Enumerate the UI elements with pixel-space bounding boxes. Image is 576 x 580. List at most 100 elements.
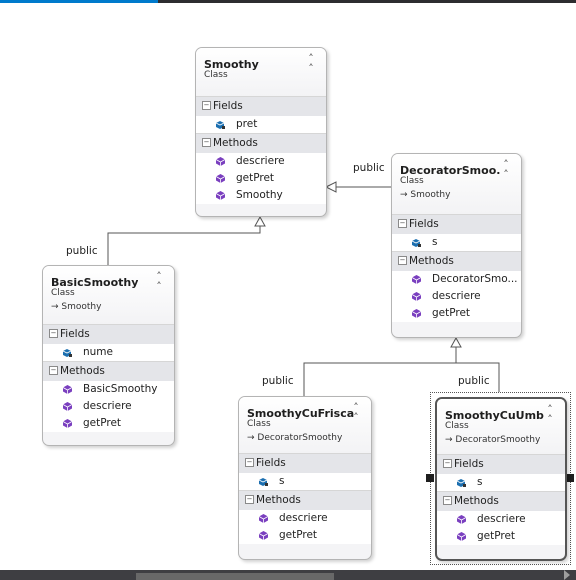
section-label: Methods bbox=[454, 495, 499, 507]
double-chevron-up-icon[interactable]: ˄ ˄ bbox=[305, 53, 317, 74]
class-kind: Class bbox=[51, 288, 75, 298]
class-box-smoothycufrisca[interactable]: SmoothyCuFrisca Class → DecoratorSmoothy… bbox=[238, 396, 372, 560]
fields-section-header[interactable]: − Fields bbox=[43, 324, 174, 344]
fields-section-header[interactable]: − Fields bbox=[437, 454, 565, 474]
arrow-icon: → bbox=[400, 190, 411, 200]
method-row[interactable]: descriere bbox=[239, 510, 371, 527]
fields-section-header[interactable]: − Fields bbox=[196, 96, 326, 116]
section-label: Fields bbox=[60, 328, 90, 340]
arrow-icon: → bbox=[51, 302, 62, 312]
method-name: getPret bbox=[236, 172, 275, 184]
method-icon bbox=[62, 419, 73, 428]
class-box-smoothycuumbrela[interactable]: SmoothyCuUmb... Class → DecoratorSmoothy… bbox=[435, 397, 567, 561]
scroll-right-arrow-icon[interactable] bbox=[564, 570, 570, 580]
method-name: descriere bbox=[83, 400, 132, 412]
base-class-name: DecoratorSmoothy bbox=[257, 433, 343, 443]
field-icon bbox=[258, 478, 268, 486]
method-icon bbox=[215, 174, 226, 183]
field-icon bbox=[411, 239, 421, 247]
class-box-basicsmoothy[interactable]: BasicSmoothy Class → Smoothy ˄ ˄ − Fields… bbox=[42, 265, 175, 446]
methods-section-header[interactable]: − Methods bbox=[437, 491, 565, 511]
double-chevron-up-icon[interactable]: ˄ ˄ bbox=[500, 159, 512, 180]
method-row[interactable]: DecoratorSmo... bbox=[392, 271, 521, 288]
fields-section-header[interactable]: − Fields bbox=[392, 214, 521, 234]
method-row[interactable]: BasicSmoothy bbox=[43, 381, 174, 398]
minus-box-icon[interactable]: − bbox=[443, 496, 452, 505]
minus-box-icon[interactable]: − bbox=[49, 366, 58, 375]
method-row[interactable]: getPret bbox=[43, 415, 174, 432]
minus-box-icon[interactable]: − bbox=[245, 495, 254, 504]
resize-handle-left[interactable] bbox=[426, 474, 434, 482]
double-chevron-up-icon[interactable]: ˄ ˄ bbox=[544, 404, 556, 425]
field-icon bbox=[62, 349, 72, 357]
double-chevron-up-icon[interactable]: ˄ ˄ bbox=[350, 402, 362, 423]
base-class: → Smoothy bbox=[51, 302, 101, 312]
class-kind: Class bbox=[445, 421, 469, 431]
minus-box-icon[interactable]: − bbox=[398, 219, 407, 228]
class-header[interactable]: Smoothy Class ˄ ˄ bbox=[196, 48, 326, 96]
field-row[interactable]: pret bbox=[196, 116, 326, 133]
field-row[interactable]: nume bbox=[43, 344, 174, 361]
base-class-name: Smoothy bbox=[61, 302, 102, 312]
methods-section-header[interactable]: − Methods bbox=[43, 361, 174, 381]
method-row[interactable]: descriere bbox=[43, 398, 174, 415]
method-name: descriere bbox=[432, 290, 481, 302]
class-header[interactable]: SmoothyCuFrisca Class → DecoratorSmoothy… bbox=[239, 397, 371, 453]
methods-section-header[interactable]: − Methods bbox=[392, 251, 521, 271]
field-icon bbox=[456, 479, 466, 487]
fields-section-header[interactable]: − Fields bbox=[239, 453, 371, 473]
method-name: getPret bbox=[279, 529, 318, 541]
minus-box-icon[interactable]: − bbox=[245, 458, 254, 467]
section-label: Methods bbox=[256, 494, 301, 506]
method-row[interactable]: Smoothy bbox=[196, 187, 326, 204]
edge-basic-smoothy bbox=[107, 226, 261, 265]
methods-section-header[interactable]: − Methods bbox=[196, 133, 326, 153]
edge-label-basic: public bbox=[66, 245, 98, 257]
resize-handle-right[interactable] bbox=[566, 474, 574, 482]
minus-box-icon[interactable]: − bbox=[443, 459, 452, 468]
method-name: DecoratorSmo... bbox=[432, 273, 518, 285]
field-row[interactable]: s bbox=[392, 234, 521, 251]
arrowhead-smoothy-bottom bbox=[254, 215, 266, 227]
method-icon bbox=[62, 402, 73, 411]
method-row[interactable]: getPret bbox=[239, 527, 371, 544]
class-box-decoratorsmoothy[interactable]: DecoratorSmoo... Class → Smoothy ˄ ˄ − Fi… bbox=[391, 153, 522, 338]
section-label: Methods bbox=[409, 255, 454, 267]
methods-section-header[interactable]: − Methods bbox=[239, 490, 371, 510]
minus-box-icon[interactable]: − bbox=[202, 101, 211, 110]
class-header[interactable]: SmoothyCuUmb... Class → DecoratorSmoothy… bbox=[437, 399, 565, 454]
method-icon bbox=[215, 157, 226, 166]
field-row[interactable]: s bbox=[437, 474, 565, 491]
section-label: Methods bbox=[60, 365, 105, 377]
minus-box-icon[interactable]: − bbox=[398, 256, 407, 265]
class-header[interactable]: DecoratorSmoo... Class → Smoothy ˄ ˄ bbox=[392, 154, 521, 214]
arrow-icon: → bbox=[247, 433, 258, 443]
method-name: getPret bbox=[432, 307, 471, 319]
method-icon bbox=[258, 514, 269, 523]
method-name: BasicSmoothy bbox=[83, 383, 158, 395]
section-label: Fields bbox=[256, 457, 286, 469]
method-name: descriere bbox=[279, 512, 328, 524]
class-box-smoothy[interactable]: Smoothy Class ˄ ˄ − Fields pret − Methods… bbox=[195, 47, 327, 217]
class-header[interactable]: BasicSmoothy Class → Smoothy ˄ ˄ bbox=[43, 266, 174, 324]
section-label: Fields bbox=[409, 218, 439, 230]
class-kind: Class bbox=[204, 70, 228, 80]
method-row[interactable]: getPret bbox=[196, 170, 326, 187]
method-row[interactable]: descriere bbox=[392, 288, 521, 305]
double-chevron-up-icon[interactable]: ˄ ˄ bbox=[153, 271, 165, 292]
method-row[interactable]: descriere bbox=[196, 153, 326, 170]
method-row[interactable]: getPret bbox=[437, 528, 565, 545]
field-row[interactable]: s bbox=[239, 473, 371, 490]
base-class: → Smoothy bbox=[400, 190, 450, 200]
field-name: nume bbox=[83, 346, 113, 358]
field-name: s bbox=[279, 475, 285, 487]
field-name: pret bbox=[236, 118, 258, 130]
section-label: Methods bbox=[213, 137, 258, 149]
scrollbar-thumb[interactable] bbox=[136, 573, 334, 580]
method-name: descriere bbox=[477, 513, 526, 525]
minus-box-icon[interactable]: − bbox=[49, 329, 58, 338]
minus-box-icon[interactable]: − bbox=[202, 138, 211, 147]
method-row[interactable]: descriere bbox=[437, 511, 565, 528]
method-row[interactable]: getPret bbox=[392, 305, 521, 322]
base-class: → DecoratorSmoothy bbox=[445, 435, 540, 445]
